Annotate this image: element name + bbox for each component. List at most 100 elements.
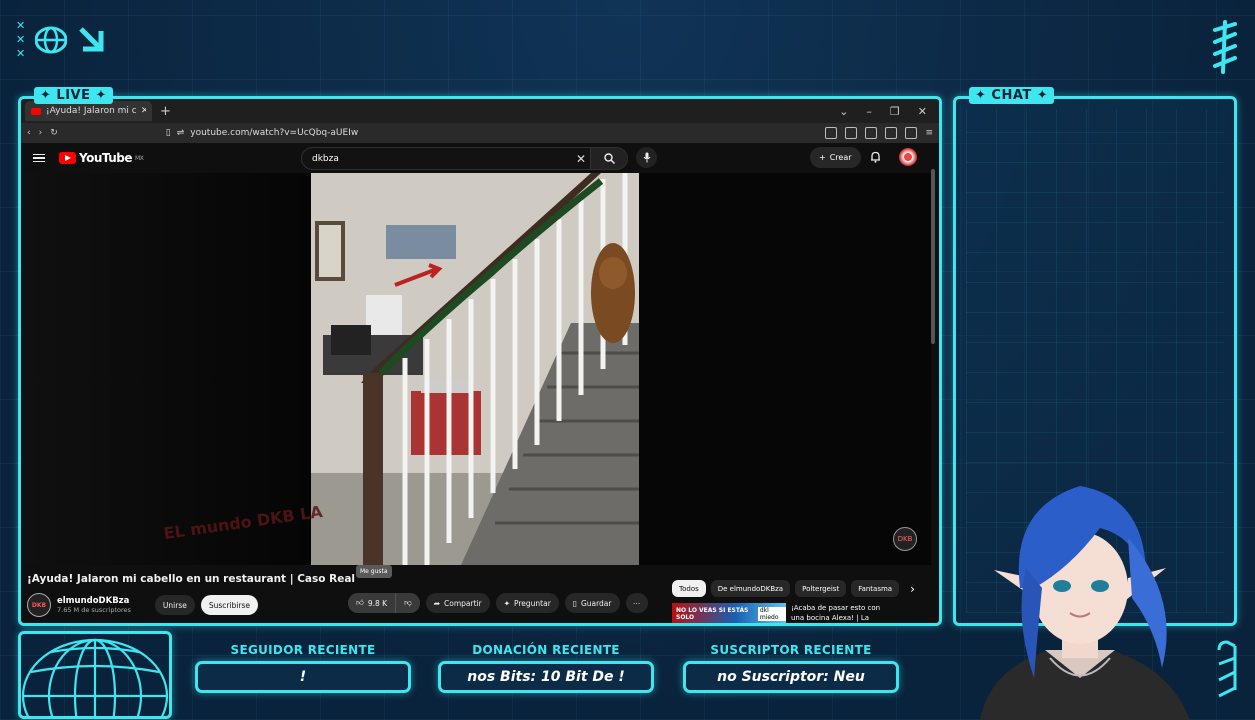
recommended-thumbnail[interactable]: NO LO VEAS SI ESTÁS SOLO dkl miedo bbox=[672, 603, 786, 623]
back-icon[interactable]: ‹ bbox=[27, 128, 31, 138]
chat-label: ✦ CHAT ✦ bbox=[969, 87, 1055, 104]
share-icon: ➦ bbox=[433, 598, 440, 608]
zigzag-logo-icon bbox=[1213, 20, 1237, 74]
new-tab-button[interactable]: + bbox=[160, 104, 171, 119]
extension-icon[interactable] bbox=[825, 127, 838, 139]
address-bar-row: ‹ › ↻ ▯ ⇌ youtube.com/watch?v=UcQbq-aUEI… bbox=[21, 123, 939, 143]
live-frame: ¡Ayuda! Jalaron mi cabello en ✕ + ⌄ – ❐ … bbox=[18, 96, 942, 626]
globe-icon bbox=[35, 26, 68, 54]
chips-next-icon[interactable]: › bbox=[910, 582, 915, 596]
youtube-logo[interactable]: YouTube MX bbox=[59, 151, 144, 165]
reload-icon[interactable]: ↻ bbox=[50, 128, 58, 138]
youtube-play-icon bbox=[59, 152, 76, 164]
channel-name[interactable]: elmundoDKBza bbox=[57, 596, 131, 606]
wireframe-globe-icon bbox=[21, 638, 169, 716]
chip-all[interactable]: Todos bbox=[672, 580, 706, 597]
tab-search-button[interactable]: ⌄ bbox=[839, 105, 848, 118]
video-player[interactable]: EL mundo DKB LA DKB bbox=[21, 173, 931, 565]
thumbnail-text: NO LO VEAS SI ESTÁS SOLO bbox=[676, 607, 749, 621]
recent-donation-label: DONACIÓN RECIENTE bbox=[472, 643, 620, 657]
recent-follower-value: ! bbox=[195, 661, 411, 693]
more-actions-button[interactable]: ⋯ bbox=[625, 593, 648, 613]
brand-logo: ✕ ✕ ✕ bbox=[16, 19, 107, 60]
action-bar: 👍︎ 9.8 K 👎︎ ➦ Compartir ✦ Preguntar ▯ Gu… bbox=[348, 593, 648, 613]
sparkle-icon: ✦ bbox=[503, 598, 510, 608]
maximize-button[interactable]: ❐ bbox=[890, 105, 900, 118]
notifications-bell-icon[interactable] bbox=[870, 151, 881, 163]
extensions-area bbox=[825, 127, 918, 139]
minimize-button[interactable]: – bbox=[866, 105, 872, 118]
clear-search-icon[interactable]: ✕ bbox=[572, 152, 590, 166]
like-dislike-group: 👍︎ 9.8 K 👎︎ bbox=[348, 593, 420, 613]
close-button[interactable]: ✕ bbox=[918, 105, 927, 118]
ask-button[interactable]: ✦ Preguntar bbox=[495, 593, 559, 613]
tab-title: ¡Ayuda! Jalaron mi cabello en bbox=[46, 106, 136, 116]
search-input[interactable]: dkbza bbox=[302, 154, 572, 164]
recent-subscriber-value: no Suscriptor: Neu bbox=[683, 661, 899, 693]
account-avatar[interactable] bbox=[899, 148, 917, 166]
youtube-header: YouTube MX dkbza ✕ + Crear bbox=[21, 143, 939, 173]
window-controls: ⌄ – ❐ ✕ bbox=[839, 105, 939, 118]
address-bar[interactable]: ▯ ⇌ youtube.com/watch?v=UcQbq-aUEIw bbox=[166, 128, 818, 138]
hamburger-menu-icon[interactable] bbox=[33, 153, 45, 163]
bookmark-icon[interactable]: ▯ bbox=[166, 128, 171, 138]
video-left-padding bbox=[21, 173, 311, 565]
ask-label: Preguntar bbox=[513, 598, 551, 608]
create-button[interactable]: + Crear bbox=[810, 147, 861, 168]
create-label: Crear bbox=[829, 153, 852, 162]
recent-donation-value: nos Bits: 10 Bit De ! bbox=[438, 661, 654, 693]
region-code: MX bbox=[135, 154, 144, 162]
channel-avatar[interactable]: DKB bbox=[27, 593, 51, 617]
join-button[interactable]: Unirse bbox=[154, 595, 195, 615]
share-button[interactable]: ➦ Compartir bbox=[425, 593, 490, 613]
site-info-icon[interactable]: ⇌ bbox=[177, 128, 185, 138]
thumbnail-tag: dkl miedo bbox=[757, 607, 786, 621]
browser-tab[interactable]: ¡Ayuda! Jalaron mi cabello en ✕ bbox=[25, 101, 152, 121]
like-tooltip: Me gusta bbox=[356, 565, 392, 578]
like-count: 9.8 K bbox=[367, 598, 388, 608]
subscriber-count: 7.65 M de suscriptores bbox=[57, 606, 131, 614]
chip-fantasma[interactable]: Fantasma bbox=[851, 580, 900, 597]
save-label: Guardar bbox=[580, 598, 612, 608]
recent-subscriber-label: SUSCRIPTOR RECIENTE bbox=[710, 643, 872, 657]
live-label: ✦ LIVE ✦ bbox=[34, 87, 113, 104]
subscribe-button[interactable]: Suscribirse bbox=[200, 595, 259, 615]
dislike-button[interactable]: 👎︎ bbox=[396, 593, 420, 613]
voice-search-button[interactable] bbox=[636, 147, 657, 168]
video-title: ¡Ayuda! Jalaron mi cabello en un restaur… bbox=[27, 573, 356, 585]
youtube-logo-text: YouTube bbox=[79, 151, 133, 165]
thumbs-down-icon: 👎︎ bbox=[404, 598, 412, 607]
scrollbar[interactable] bbox=[931, 169, 935, 344]
tab-close-icon[interactable]: ✕ bbox=[141, 106, 146, 116]
like-button[interactable]: 👍︎ 9.8 K bbox=[348, 593, 397, 613]
forward-icon[interactable]: › bbox=[39, 128, 43, 138]
recent-follower-label: SEGUIDOR RECIENTE bbox=[230, 643, 376, 657]
side-zigzag-icon bbox=[1217, 640, 1237, 698]
bookmark-save-icon: ▯ bbox=[572, 598, 577, 608]
search-icon bbox=[603, 153, 615, 164]
globe-panel bbox=[18, 631, 172, 719]
browser-tab-bar: ¡Ayuda! Jalaron mi cabello en ✕ + ⌄ – ❐ … bbox=[21, 99, 939, 123]
microphone-icon bbox=[643, 152, 650, 163]
chip-poltergeist[interactable]: Poltergeist bbox=[795, 580, 847, 597]
recommended-title[interactable]: ¡Acaba de pasar esto con una bocina Alex… bbox=[791, 603, 881, 623]
save-button[interactable]: ▯ Guardar bbox=[564, 593, 620, 613]
extension-icon[interactable] bbox=[885, 127, 898, 139]
channel-badge[interactable]: DKB bbox=[893, 527, 917, 551]
extension-icon[interactable] bbox=[845, 127, 858, 139]
recommended-video[interactable]: NO LO VEAS SI ESTÁS SOLO dkl miedo ¡Acab… bbox=[672, 603, 881, 623]
url-text: youtube.com/watch?v=UcQbq-aUEIw bbox=[190, 128, 359, 138]
search-button[interactable] bbox=[590, 148, 627, 169]
video-right-padding bbox=[639, 173, 931, 565]
thumbs-up-icon: 👍︎ bbox=[356, 598, 364, 607]
extension-icon[interactable] bbox=[865, 127, 878, 139]
extension-icon[interactable] bbox=[905, 127, 918, 139]
cross-marks-icon: ✕ ✕ ✕ bbox=[16, 19, 26, 60]
chip-channel[interactable]: De elmundoDKBza bbox=[710, 580, 791, 597]
menu-icon[interactable]: ≡ bbox=[925, 128, 933, 138]
related-chips: Todos De elmundoDKBza Poltergeist Fantas… bbox=[672, 580, 915, 597]
plus-icon: + bbox=[819, 153, 826, 162]
channel-row: DKB elmundoDKBza 7.65 M de suscriptores … bbox=[27, 593, 259, 617]
search-box: dkbza ✕ bbox=[301, 147, 628, 170]
video-frame bbox=[311, 173, 639, 565]
